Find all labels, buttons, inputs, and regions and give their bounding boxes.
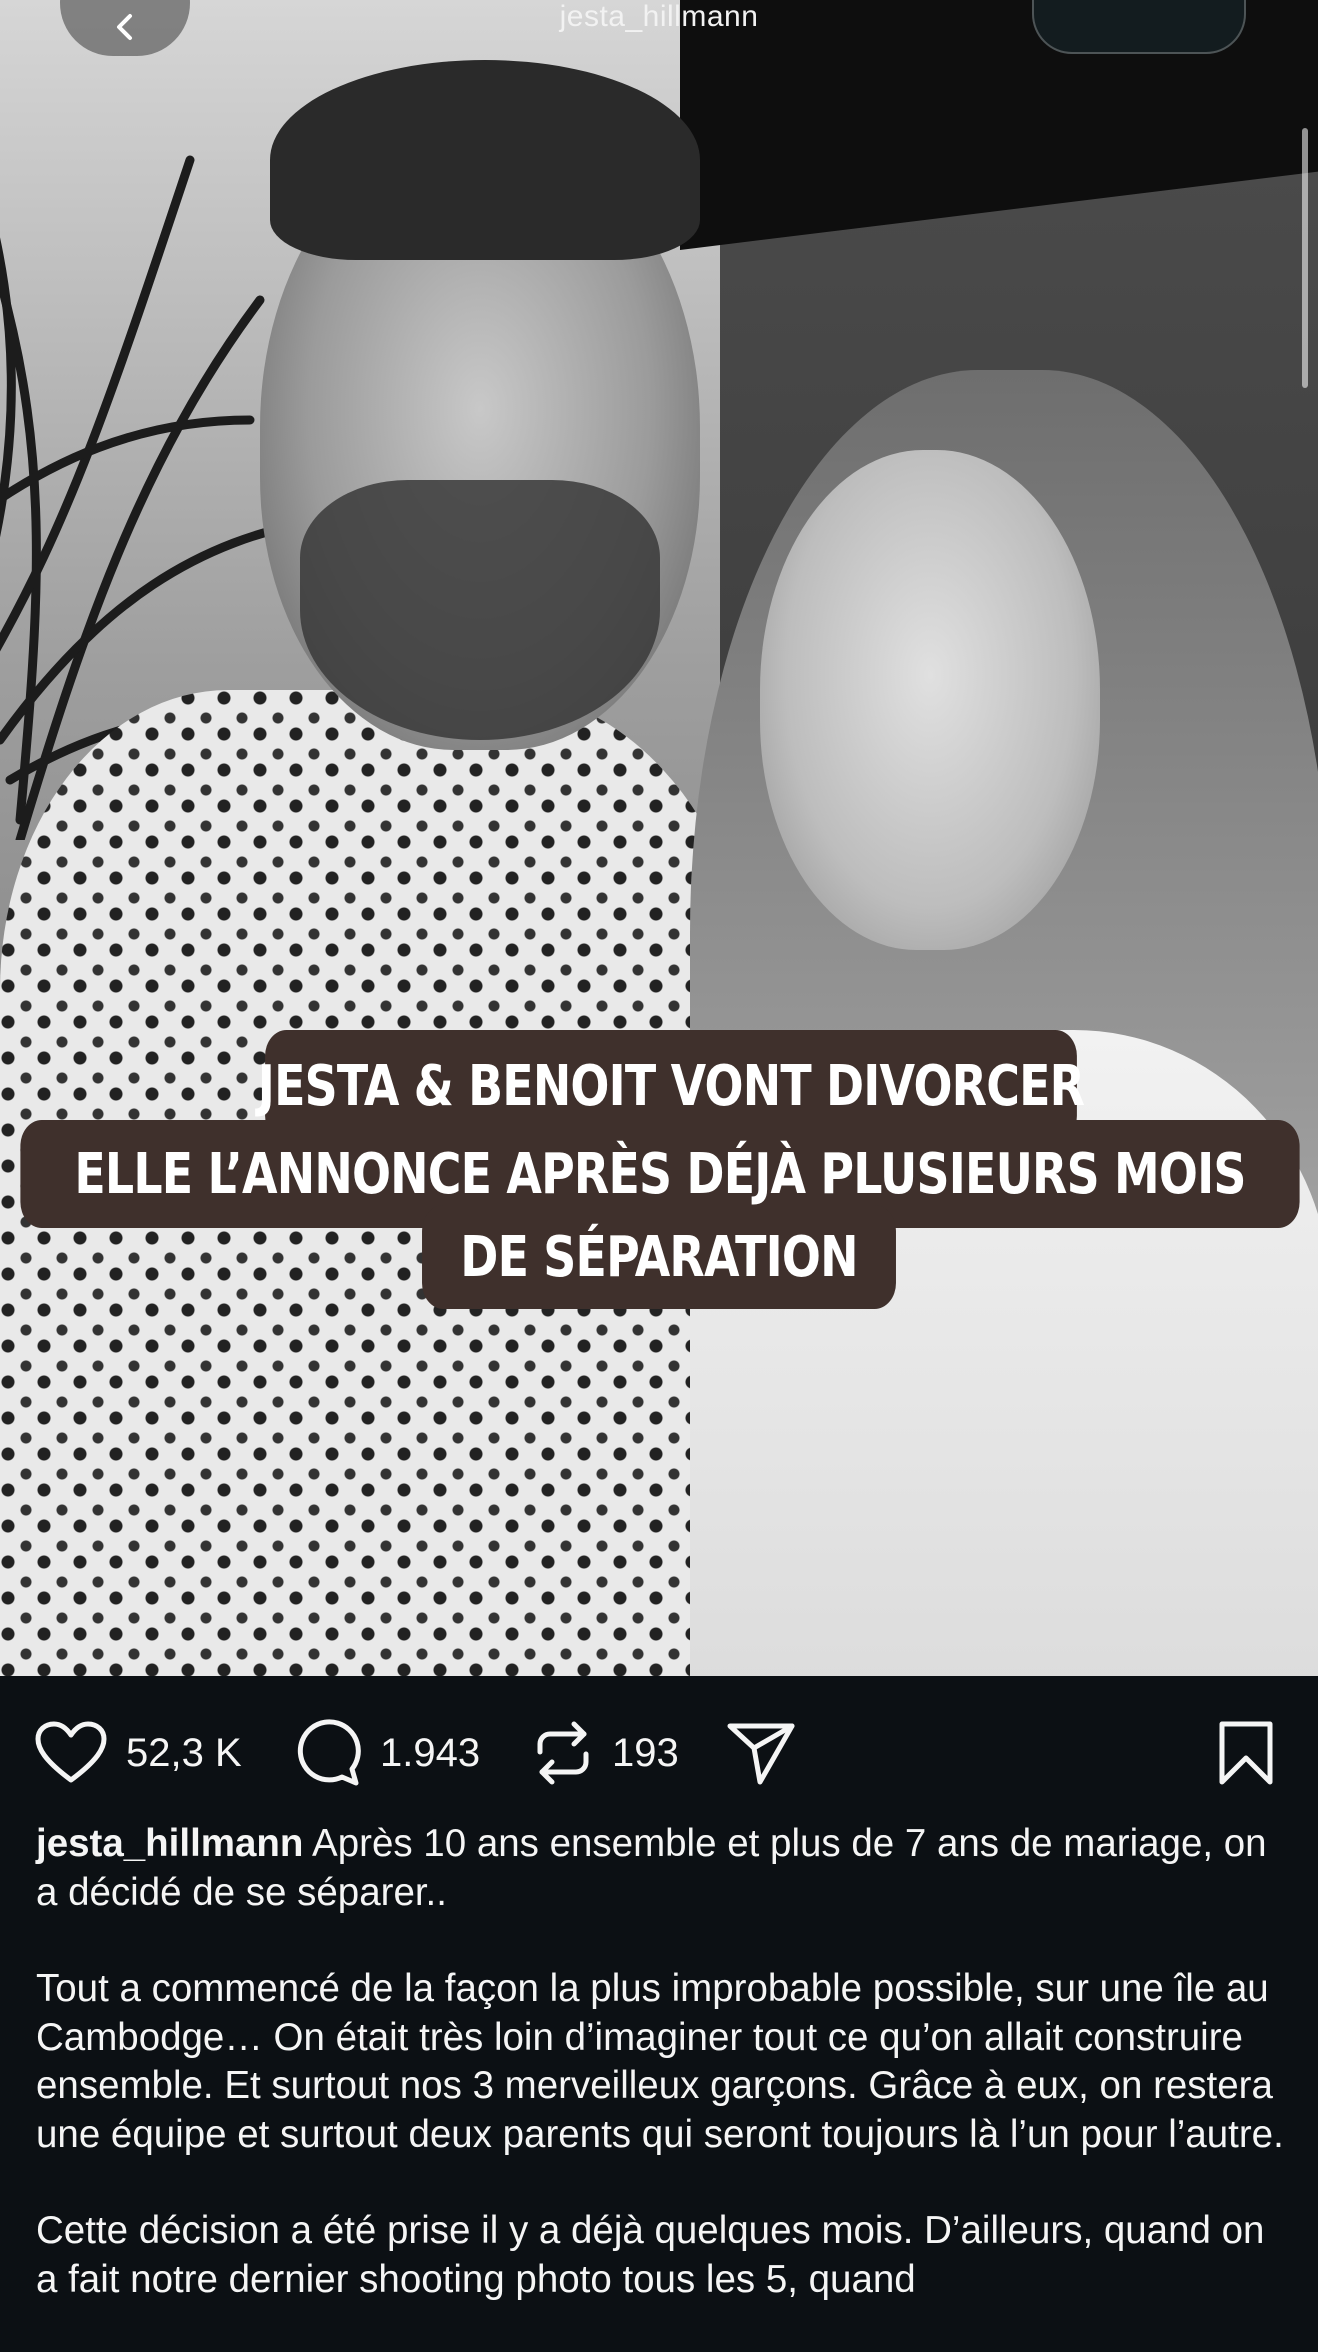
- save-button[interactable]: [1216, 1718, 1276, 1788]
- share-button[interactable]: [726, 1718, 796, 1788]
- post-photo[interactable]: JESTA & BENOIT VONT DIVORCER ELLE L’ANNO…: [0, 0, 1318, 1676]
- caption-paragraph-2: Tout a commencé de la façon la plus impr…: [36, 1967, 1284, 2156]
- photo-woman-face: [760, 450, 1100, 950]
- like-button[interactable]: 52,3 K: [34, 1718, 242, 1788]
- post-caption: jesta_hillmann Après 10 ans ensemble et …: [36, 1820, 1286, 2352]
- repost-count: 193: [612, 1730, 679, 1775]
- share-icon: [727, 1723, 795, 1785]
- bookmark-icon: [1219, 1721, 1273, 1785]
- comment-button[interactable]: 1.943: [294, 1718, 480, 1788]
- comment-count: 1.943: [380, 1730, 481, 1775]
- photo-man-shirt: [0, 690, 760, 1676]
- caption-paragraph-3: Cette décision a été prise il y a déjà q…: [36, 2209, 1265, 2301]
- repost-icon: [537, 1721, 589, 1785]
- follow-button[interactable]: Suivre: [1032, 0, 1246, 54]
- like-count: 52,3 K: [126, 1730, 242, 1775]
- photo-man-beard: [300, 480, 660, 740]
- photo-man-hair: [270, 60, 700, 260]
- caption-username[interactable]: jesta_hillmann: [36, 1822, 303, 1865]
- comment-icon: [297, 1719, 361, 1786]
- heart-icon: [35, 1721, 107, 1783]
- caption-paragraph-1: jesta_hillmann Après 10 ans ensemble et …: [36, 1820, 1286, 1917]
- photo-woman-top: [690, 1030, 1318, 1676]
- repost-button[interactable]: 193: [532, 1718, 679, 1788]
- action-bar: 52,3 K 1.943 193: [0, 1676, 1318, 1826]
- scrollbar[interactable]: [1302, 128, 1308, 388]
